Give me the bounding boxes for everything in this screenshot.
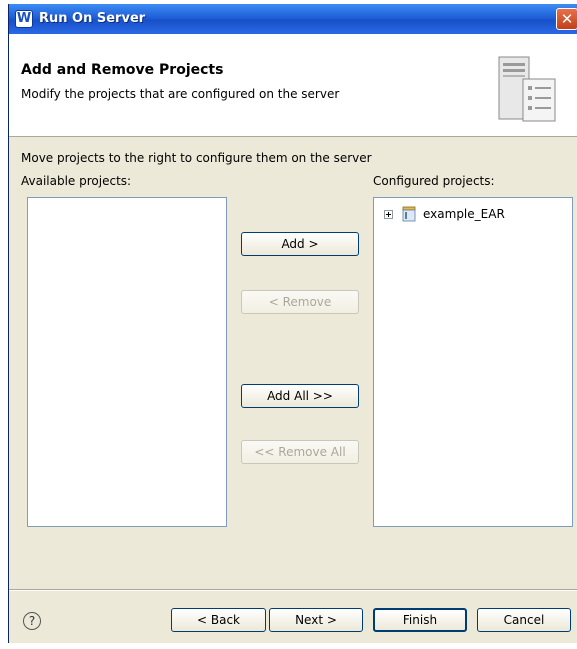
cancel-button[interactable]: Cancel xyxy=(477,608,571,632)
help-icon[interactable]: ? xyxy=(23,612,41,630)
footer-separator xyxy=(9,589,577,591)
close-button[interactable]: ✕ xyxy=(556,8,577,30)
available-projects-label: Available projects: xyxy=(21,174,132,188)
server-icon xyxy=(498,56,556,122)
instruction-text: Move projects to the right to configure … xyxy=(21,151,372,165)
wizard-header: Add and Remove Projects Modify the proje… xyxy=(9,34,577,137)
close-icon: ✕ xyxy=(560,10,574,28)
title-bar[interactable]: W Run On Server ✕ xyxy=(9,4,577,34)
app-icon: W xyxy=(15,10,33,28)
next-button[interactable]: Next > xyxy=(269,608,363,632)
tree-item-label: example_EAR xyxy=(423,207,505,221)
available-projects-list[interactable] xyxy=(27,197,227,527)
window-title: Run On Server xyxy=(39,11,146,26)
remove-all-button[interactable]: << Remove All xyxy=(241,440,359,464)
ear-project-icon xyxy=(402,206,416,222)
remove-button[interactable]: < Remove xyxy=(241,290,359,314)
tree-item-example-ear[interactable]: example_EAR xyxy=(384,206,505,222)
configured-projects-list[interactable]: example_EAR xyxy=(373,197,573,527)
expand-icon[interactable] xyxy=(384,209,393,219)
page-description: Modify the projects that are configured … xyxy=(21,87,340,101)
page-title: Add and Remove Projects xyxy=(21,62,224,78)
configured-projects-label: Configured projects: xyxy=(373,174,495,188)
back-button[interactable]: < Back xyxy=(171,608,266,632)
finish-button[interactable]: Finish xyxy=(373,608,467,632)
add-all-button[interactable]: Add All >> xyxy=(241,384,359,408)
add-button[interactable]: Add > xyxy=(241,232,359,256)
run-on-server-dialog: W Run On Server ✕ Add and Remove Project… xyxy=(8,4,577,643)
